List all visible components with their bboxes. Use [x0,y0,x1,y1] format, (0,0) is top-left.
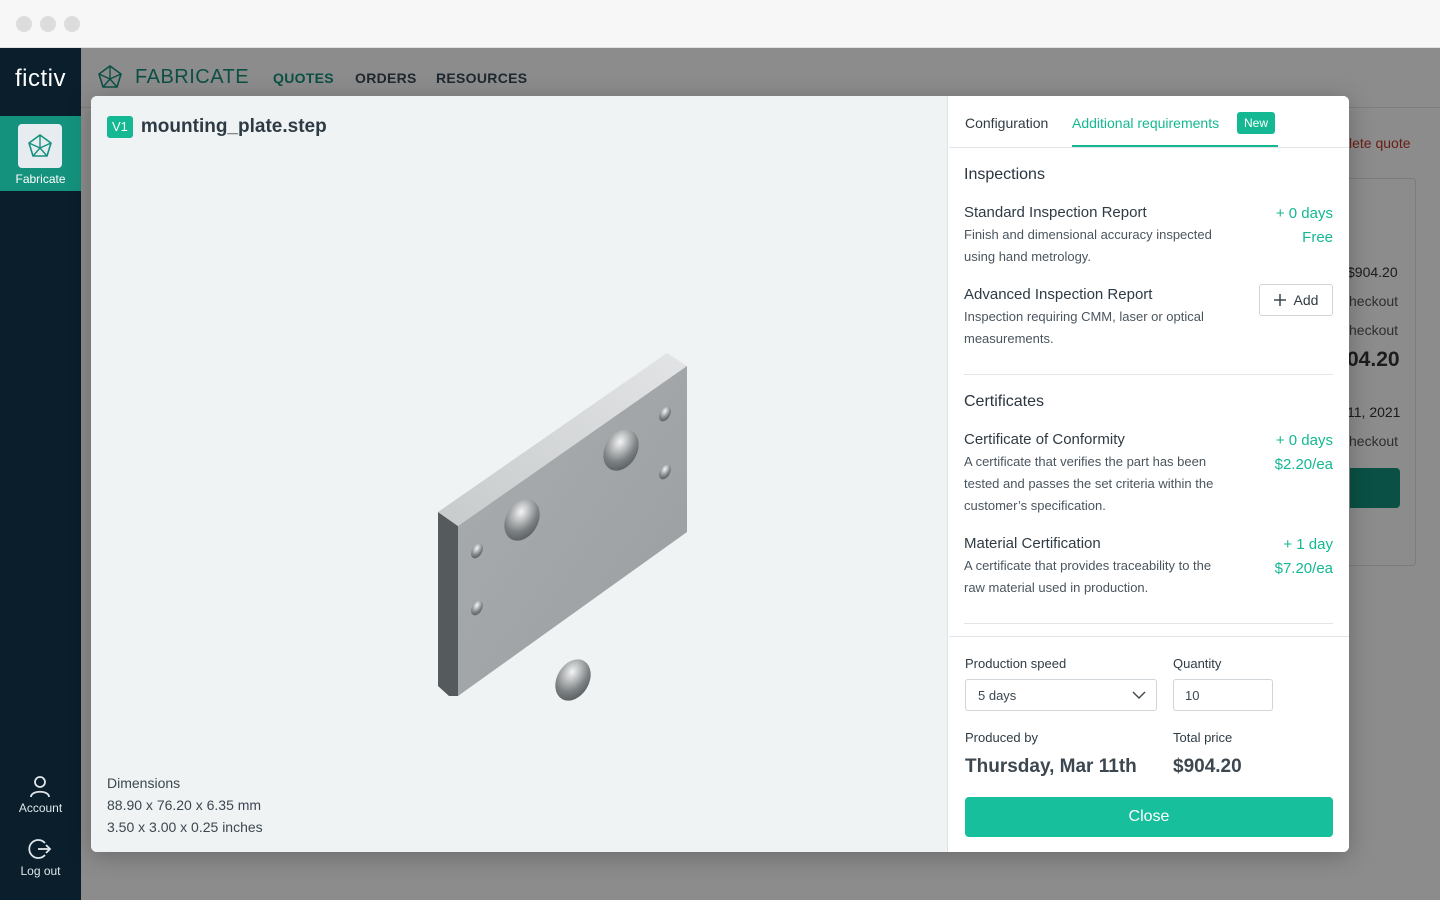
sidebar-item-label: Fabricate [15,172,66,186]
logout-icon[interactable] [28,837,52,861]
add-button-label: Add [1293,292,1319,308]
dimensions-mm: 88.90 x 76.20 x 6.35 mm [107,797,262,813]
conformity-name: Certificate of Conformity [964,431,1125,448]
conformity-days: + 0 days [1275,432,1333,449]
active-tab-indicator [1072,145,1278,147]
material-cert-name: Material Certification [964,535,1101,552]
tab-configuration[interactable]: Configuration [965,115,1048,131]
quantity-input[interactable] [1173,679,1273,711]
standard-inspection-price: Free [1302,229,1333,246]
close-button[interactable]: Close [965,797,1333,837]
requirements-panel: Configuration Additional requirements Ne… [949,96,1349,852]
app-sidebar: fictiv Fabricate Account Log out [0,48,81,900]
production-speed-label: Production speed [965,656,1067,671]
conformity-desc: A certificate that verifies the part has… [964,454,1214,513]
chevron-down-icon [1132,691,1146,699]
material-cert-desc: A certificate that provides traceability… [964,558,1212,595]
file-header: V1 mounting_plate.step [107,116,327,138]
window-maximize-dot[interactable] [64,16,80,32]
tab-additional-requirements[interactable]: Additional requirements [1072,115,1219,131]
model-viewer[interactable]: V1 mounting_plate.step Dimensions 88.90 … [91,96,948,852]
account-icon[interactable] [28,774,52,798]
panel-footer: Production speed 5 days Quantity Produce… [949,636,1349,852]
account-label[interactable]: Account [0,801,81,815]
advanced-inspection-desc: Inspection requiring CMM, laser or optic… [964,309,1204,346]
panel-tabs: Configuration Additional requirements Ne… [949,96,1349,148]
dimensions-inches: 3.50 x 3.00 x 0.25 inches [107,819,263,835]
inspections-heading: Inspections [964,166,1045,183]
plus-icon [1273,294,1286,306]
dimensions-block: Dimensions 88.90 x 76.20 x 6.35 mm 3.50 … [107,772,263,838]
window-titlebar [0,0,1440,48]
quantity-label: Quantity [1173,656,1222,671]
produced-by-label: Produced by [965,730,1038,745]
window-minimize-dot[interactable] [40,16,56,32]
dimensions-label: Dimensions [107,775,181,791]
fabricate-icon [18,124,62,168]
material-cert-price: $7.20/ea [1274,560,1333,577]
fictiv-logo[interactable]: fictiv [0,48,81,110]
part-details-modal: V1 mounting_plate.step Dimensions 88.90 … [91,96,1349,852]
section-divider [964,374,1333,375]
version-badge: V1 [107,116,133,138]
file-name: mounting_plate.step [140,116,327,137]
certificates-heading: Certificates [964,393,1045,410]
logout-label[interactable]: Log out [0,864,81,878]
advanced-inspection-name: Advanced Inspection Report [964,286,1153,303]
part-3d-model[interactable] [421,246,701,706]
window-close-dot[interactable] [16,16,32,32]
new-badge: New [1237,112,1276,134]
sidebar-item-fabricate[interactable]: Fabricate [0,116,81,191]
standard-inspection-name: Standard Inspection Report [964,204,1147,221]
production-speed-select[interactable]: 5 days [965,679,1157,711]
production-speed-value: 5 days [978,688,1017,703]
total-price-value: $904.20 [1173,756,1242,777]
material-cert-days: + 1 day [1283,536,1333,553]
section-divider [964,623,1333,624]
conformity-price: $2.20/ea [1274,456,1333,473]
produced-by-date: Thursday, Mar 11th [965,756,1137,777]
standard-inspection-days: + 0 days [1275,205,1333,222]
standard-inspection-desc: Finish and dimensional accuracy inspecte… [964,227,1212,264]
add-advanced-inspection-button[interactable]: Add [1259,284,1333,316]
total-price-label: Total price [1173,730,1233,745]
